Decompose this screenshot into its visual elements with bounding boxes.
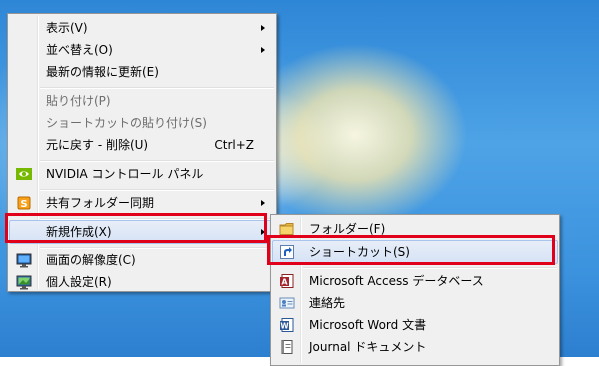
submenu-item-journal-document[interactable]: Journal ドキュメント [273, 336, 557, 358]
menu-separator [303, 267, 557, 269]
menu-separator [40, 160, 274, 162]
submenu-item-label: Journal ドキュメント [309, 340, 427, 354]
submenu-item-access-database[interactable]: A Microsoft Access データベース [273, 270, 557, 292]
highlight-new-menu-item [5, 213, 267, 243]
menu-item-paste-shortcut[interactable]: ショートカットの貼り付け(S) [10, 112, 274, 134]
menu-item-label: NVIDIA コントロール パネル [46, 167, 204, 181]
svg-text:S: S [20, 199, 27, 210]
submenu-item-label: Microsoft Access データベース [309, 274, 484, 288]
menu-item-label: 貼り付け(P) [46, 94, 111, 108]
submenu-item-label: Microsoft Word 文書 [309, 318, 427, 332]
submenu-item-word-document[interactable]: W Microsoft Word 文書 [273, 314, 557, 336]
desktop-context-menu: 表示(V) 並べ替え(O) 最新の情報に更新(E) 貼り付け(P) ショートカッ… [7, 13, 277, 292]
menu-item-refresh[interactable]: 最新の情報に更新(E) [10, 61, 274, 83]
menu-item-undo-delete[interactable]: 元に戻す - 削除(U) Ctrl+Z [10, 134, 274, 156]
submenu-arrow-icon [261, 200, 265, 206]
menu-item-label: 表示(V) [46, 21, 88, 35]
word-icon: W [279, 317, 295, 333]
menu-item-nvidia-control-panel[interactable]: NVIDIA コントロール パネル [10, 163, 274, 185]
monitor-icon [16, 252, 32, 268]
menu-item-label: 並べ替え(O) [46, 43, 113, 57]
menu-separator [40, 189, 274, 191]
menu-item-label: 個人設定(R) [46, 275, 112, 289]
menu-item-label: 共有フォルダー同期 [46, 196, 155, 210]
submenu-item-contact[interactable]: 連絡先 [273, 292, 557, 314]
contact-icon [279, 295, 295, 311]
menu-item-label: ショートカットの貼り付け(S) [46, 116, 207, 130]
menu-item-view[interactable]: 表示(V) [10, 17, 274, 39]
menu-item-screen-resolution[interactable]: 画面の解像度(C) [10, 249, 274, 271]
menu-item-shortcut: Ctrl+Z [214, 138, 254, 152]
sync-icon: S [16, 195, 32, 211]
menu-item-label: 最新の情報に更新(E) [46, 65, 159, 79]
submenu-item-label: 連絡先 [309, 296, 346, 310]
menu-item-paste[interactable]: 貼り付け(P) [10, 90, 274, 112]
svg-text:A: A [281, 278, 288, 287]
submenu-arrow-icon [261, 47, 265, 53]
highlight-shortcut-item [267, 235, 555, 265]
menu-item-sort-by[interactable]: 並べ替え(O) [10, 39, 274, 61]
nvidia-icon [16, 166, 32, 182]
menu-item-label: 元に戻す - 削除(U) [46, 138, 149, 152]
submenu-arrow-icon [261, 25, 265, 31]
access-icon: A [279, 273, 295, 289]
journal-icon [279, 339, 295, 355]
menu-item-label: 画面の解像度(C) [46, 253, 136, 267]
menu-item-shared-folder-sync[interactable]: S 共有フォルダー同期 [10, 192, 274, 214]
menu-item-personalize[interactable]: 個人設定(R) [10, 271, 274, 293]
menu-separator [40, 87, 274, 89]
personalize-icon [16, 274, 32, 290]
svg-text:W: W [280, 322, 289, 331]
